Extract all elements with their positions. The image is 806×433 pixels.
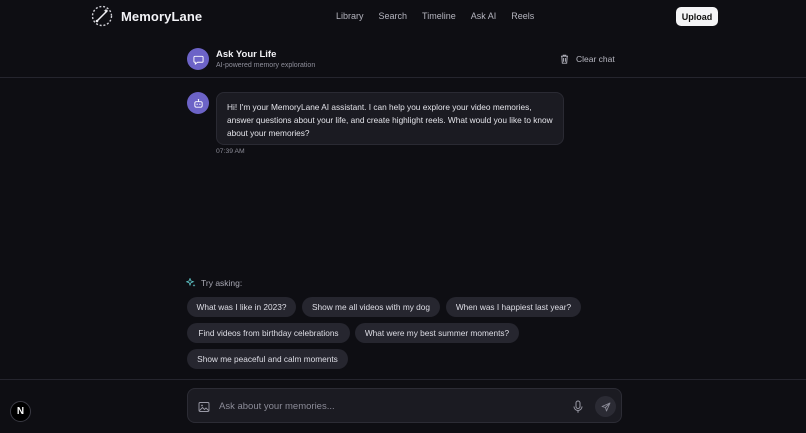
suggestions-heading: Try asking: [186, 278, 242, 288]
dev-tools-badge[interactable]: N [10, 401, 31, 422]
nav-search[interactable]: Search [379, 11, 408, 21]
chat-input[interactable] [219, 398, 559, 414]
send-button[interactable] [595, 396, 616, 417]
nav-links: Library Search Timeline Ask AI Reels [336, 11, 534, 21]
suggestion-chip[interactable]: Show me peaceful and calm moments [187, 349, 348, 369]
image-icon[interactable] [198, 401, 210, 413]
assistant-message: Hi! I'm your MemoryLane AI assistant. I … [216, 92, 564, 145]
suggestions-label: Try asking: [201, 278, 243, 288]
suggestion-chip[interactable]: What was I like in 2023? [187, 297, 296, 317]
suggestion-chip[interactable]: What were my best summer moments? [355, 323, 519, 343]
chat-bubble-icon [192, 55, 204, 65]
sparkle-film-icon [91, 5, 113, 27]
nav-reels[interactable]: Reels [511, 11, 534, 21]
nav-library[interactable]: Library [336, 11, 364, 21]
message-timestamp: 07:39 AM [216, 148, 245, 155]
suggestion-chip[interactable]: When was I happiest last year? [446, 297, 581, 317]
nav-ask-ai[interactable]: Ask AI [471, 11, 497, 21]
chat-title: Ask Your Life [216, 49, 277, 60]
nav-timeline[interactable]: Timeline [422, 11, 456, 21]
brand-name: MemoryLane [121, 8, 203, 24]
composer-divider [0, 379, 806, 380]
chat-header-avatar [187, 48, 209, 70]
app-page: MemoryLane Library Search Timeline Ask A… [0, 0, 806, 433]
sparkles-icon [186, 278, 196, 287]
send-icon [601, 402, 610, 411]
top-nav: MemoryLane Library Search Timeline Ask A… [0, 0, 806, 36]
chat-subtitle: AI-powered memory exploration [216, 62, 316, 69]
robot-icon [193, 98, 203, 108]
microphone-icon[interactable] [572, 400, 584, 414]
suggestion-chip[interactable]: Show me all videos with my dog [302, 297, 440, 317]
clear-chat-button[interactable]: Clear chat [560, 54, 615, 64]
message-composer [187, 388, 622, 423]
upload-button[interactable]: Upload [676, 7, 718, 26]
assistant-avatar [187, 92, 209, 114]
clear-chat-label: Clear chat [576, 54, 615, 64]
trash-icon [561, 54, 568, 64]
suggestion-chip[interactable]: Find videos from birthday celebrations [187, 323, 350, 343]
brand-logo[interactable]: MemoryLane [91, 5, 202, 27]
chat-header: Ask Your Life AI-powered memory explorat… [0, 44, 806, 78]
